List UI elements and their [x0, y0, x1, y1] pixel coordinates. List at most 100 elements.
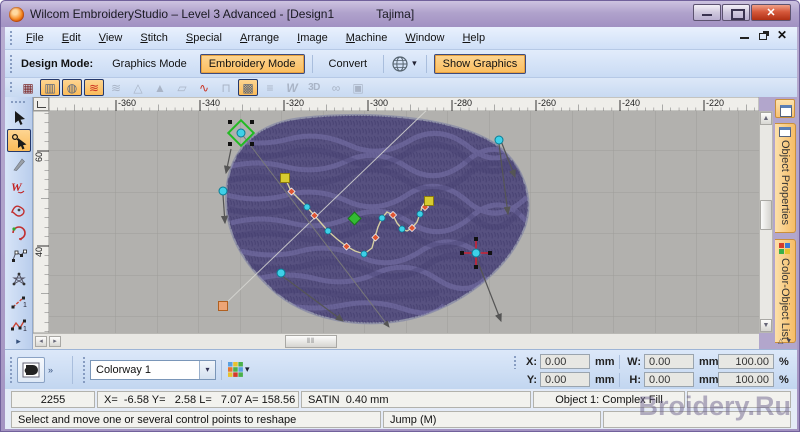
run-stitch-tool[interactable]: 1	[7, 290, 31, 313]
menu-arrange[interactable]: Arrange	[231, 30, 288, 46]
menu-special[interactable]: Special	[177, 30, 231, 46]
colorway-dropdown-icon[interactable]: ▾	[199, 360, 215, 379]
scroll-down-icon[interactable]: ▼	[760, 319, 772, 332]
graphics-mode-button[interactable]: Graphics Mode	[103, 54, 196, 74]
toolbar-grip[interactable]	[513, 354, 517, 369]
freehand-closed-tool[interactable]	[7, 221, 31, 244]
freehand-open-tool[interactable]	[7, 198, 31, 221]
density-icon[interactable]: ≡	[260, 79, 280, 96]
triangle-outline-icon[interactable]: △	[128, 79, 148, 96]
stitch-type-info: SATIN 0.40 mm	[301, 391, 531, 408]
motif-fill-icon[interactable]: ◍	[62, 79, 82, 96]
colorway-combobox[interactable]: Colorway 1 ▾	[90, 359, 216, 380]
toolbar-overflow-chevron[interactable]: »	[48, 365, 53, 375]
properties-window-icon	[779, 127, 791, 137]
stitch-count: 2255	[11, 391, 95, 408]
outline-run-icon[interactable]: ▦	[18, 79, 38, 96]
wave-stitch-icon[interactable]: ∿	[194, 79, 214, 96]
w-field[interactable]: 0.00	[644, 354, 694, 369]
triple-run-tool[interactable]: 1	[7, 313, 31, 336]
zigzag-run-icon: 1	[10, 319, 27, 333]
tab-object-properties[interactable]: Object Properties	[775, 123, 796, 233]
svg-text:-320: -320	[286, 98, 304, 108]
toolbar-grip[interactable]	[9, 54, 13, 73]
scroll-up-icon[interactable]: ▲	[760, 112, 772, 125]
lettering-tool[interactable]: W	[7, 175, 31, 198]
y-field[interactable]: 0.00	[540, 372, 590, 387]
embroidery-mode-button[interactable]: Embroidery Mode	[199, 53, 305, 74]
tatami-fill-icon[interactable]: ▥	[40, 79, 60, 96]
menu-file[interactable]: File	[17, 30, 53, 46]
toolbar-grip[interactable]	[82, 355, 86, 384]
title-bar[interactable]: Wilcom EmbroideryStudio – Level 3 Advanc…	[1, 1, 799, 27]
scroll-right-icon[interactable]: ▸	[49, 336, 61, 347]
menu-machine[interactable]: Machine	[337, 30, 397, 46]
machine-function: Jump (M)	[383, 411, 601, 428]
maximize-button[interactable]	[722, 4, 750, 21]
h-field[interactable]: 0.00	[644, 372, 694, 387]
skew-icon[interactable]: ▱	[172, 79, 192, 96]
w-scale-field[interactable]: 100.00	[718, 354, 774, 369]
loop-stitch-icon[interactable]: ⊓	[216, 79, 236, 96]
toolbar-grip[interactable]	[9, 355, 13, 384]
triangle-fill-icon[interactable]: ▲	[150, 79, 170, 96]
vertical-scroll-thumb[interactable]	[760, 200, 772, 230]
toolbar-grip[interactable]	[9, 80, 13, 95]
palette-overflow[interactable]: ▸	[5, 336, 32, 347]
glasses-icon[interactable]: ∞	[326, 79, 346, 96]
hatch-icon[interactable]: W	[282, 79, 302, 96]
tab-scroll-arrows[interactable]: △▼	[778, 337, 794, 345]
globe-dropdown-caret[interactable]: ▾	[412, 58, 417, 69]
tab-color-object-list[interactable]: Color-Object List	[775, 239, 796, 343]
close-button[interactable]: ✕	[751, 4, 791, 21]
colorway-palette-caret[interactable]: ▾	[245, 364, 250, 375]
mdi-restore-icon[interactable]	[758, 33, 767, 40]
toolbar-grip[interactable]	[9, 30, 13, 46]
node-edit-tool[interactable]	[7, 267, 31, 290]
complex-fill-tool[interactable]	[7, 244, 31, 267]
minimize-button[interactable]	[693, 4, 721, 21]
h-scale-field[interactable]: 100.00	[718, 372, 774, 387]
convert-button[interactable]: Convert	[320, 54, 377, 74]
design-canvas[interactable]	[49, 111, 759, 333]
vertical-ruler[interactable]: 60 40	[33, 111, 49, 333]
reshape-tool[interactable]	[6, 129, 31, 152]
x-field[interactable]: 0.00	[540, 354, 590, 369]
pattern-fill-icon[interactable]: ▩	[238, 79, 258, 96]
horizontal-ruler[interactable]: -360 -340 -320 -300 -280 -260 -240 -220	[49, 97, 759, 111]
tool-palette: W 1 1 ▸	[5, 97, 33, 349]
svg-text:-220: -220	[706, 98, 724, 108]
mdi-minimize-icon[interactable]	[739, 31, 749, 39]
x-unit: mm	[595, 355, 615, 368]
h-label: H:	[629, 373, 641, 386]
horizontal-scrollbar[interactable]: ◂ ▸ ⦀⦀	[33, 333, 759, 349]
docked-panel-tabs: Object Properties Color-Object List △▼	[775, 97, 797, 349]
pointer-info: X= -6.58 Y= 2.58 L= 7.07 A= 158.56	[97, 391, 299, 408]
show-graphics-button[interactable]: Show Graphics	[433, 53, 527, 74]
menu-help[interactable]: Help	[453, 30, 494, 46]
svg-text:40: 40	[34, 247, 44, 257]
menu-view[interactable]: View	[90, 30, 132, 46]
knife-tool[interactable]	[7, 152, 31, 175]
svg-text:W: W	[11, 180, 23, 194]
object-properties-icon[interactable]	[775, 99, 795, 118]
mdi-close-icon[interactable]: ✕	[777, 29, 787, 41]
bitmap-button[interactable]	[17, 356, 45, 383]
toolbar-grip[interactable]	[10, 100, 27, 104]
horizontal-scroll-thumb[interactable]: ⦀⦀	[285, 335, 337, 348]
zigzag-fill-icon[interactable]: ≋	[84, 79, 104, 96]
vertical-scrollbar[interactable]: ▲ ▼	[759, 111, 773, 333]
ruler-origin-button[interactable]	[33, 97, 49, 111]
satin-icon[interactable]: ≋	[106, 79, 126, 96]
select-tool[interactable]	[7, 106, 31, 129]
menu-edit[interactable]: Edit	[53, 30, 90, 46]
menu-stitch[interactable]: Stitch	[131, 30, 177, 46]
globe-icon[interactable]	[391, 55, 409, 73]
stitch-toolbar: ▦ ▥ ◍ ≋ ≋ △ ▲ ▱ ∿ ⊓ ▩ ≡ W 3D ∞ ▣	[5, 77, 797, 97]
menu-window[interactable]: Window	[396, 30, 453, 46]
menu-image[interactable]: Image	[288, 30, 337, 46]
threed-icon[interactable]: 3D	[304, 79, 324, 96]
scroll-left-icon[interactable]: ◂	[35, 336, 47, 347]
basket-icon[interactable]: ▣	[348, 79, 368, 96]
colorway-palette-icon[interactable]	[227, 361, 244, 378]
